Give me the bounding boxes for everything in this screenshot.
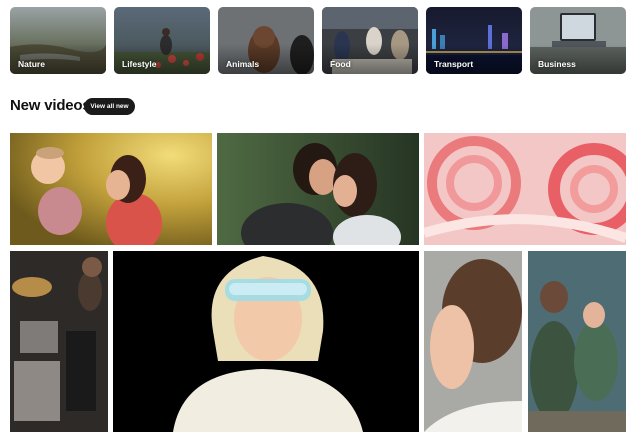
pink-swirl-thumbnail — [424, 133, 626, 245]
mother-baby-thumbnail — [10, 133, 212, 245]
drummer-thumbnail — [10, 251, 108, 432]
category-label: Transport — [434, 59, 474, 69]
category-label: Business — [538, 59, 576, 69]
mother-child-forest-thumbnail — [528, 251, 626, 432]
category-tile-business[interactable]: Business — [530, 7, 626, 74]
video-card-mother-child-forest[interactable] — [528, 251, 626, 432]
video-card-futuristic-woman[interactable] — [113, 251, 419, 432]
category-tile-food[interactable]: Food — [322, 7, 418, 74]
couple-thumbnail — [217, 133, 419, 245]
woman-profile-thumbnail — [424, 251, 522, 432]
category-tile-lifestyle[interactable]: Lifestyle — [114, 7, 210, 74]
new-videos-title: New videos — [10, 97, 91, 114]
video-card-pink-swirl[interactable] — [424, 133, 626, 245]
category-label: Animals — [226, 59, 260, 69]
video-card-couple[interactable] — [217, 133, 419, 245]
category-label: Nature — [18, 59, 45, 69]
category-label: Lifestyle — [122, 59, 157, 69]
category-tile-transport[interactable]: Transport — [426, 7, 522, 74]
view-all-new-button[interactable]: View all new — [84, 98, 135, 115]
category-label: Food — [330, 59, 351, 69]
futuristic-woman-thumbnail — [113, 251, 419, 432]
category-tile-nature[interactable]: Nature — [10, 7, 106, 74]
video-card-mother-baby[interactable] — [10, 133, 212, 245]
video-card-drummer[interactable] — [10, 251, 108, 432]
video-card-woman-profile[interactable] — [424, 251, 522, 432]
category-tile-animals[interactable]: Animals — [218, 7, 314, 74]
